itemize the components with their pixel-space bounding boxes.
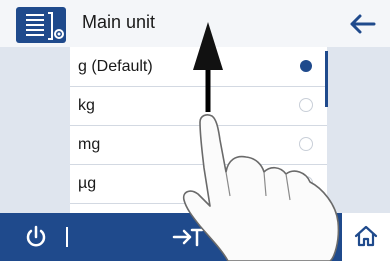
zero-arrow-icon[interactable] xyxy=(172,223,232,251)
radio-icon[interactable] xyxy=(299,98,313,112)
home-button[interactable] xyxy=(340,213,390,261)
list-item[interactable]: µg xyxy=(70,164,327,204)
scrollbar[interactable] xyxy=(325,51,328,107)
radio-icon[interactable] xyxy=(299,176,313,190)
settings-list-icon[interactable] xyxy=(16,7,66,43)
list-item-label: g (Default) xyxy=(78,58,153,75)
screen: Main unit g (Default) kg mg µg xyxy=(0,0,390,261)
side-panel-left xyxy=(0,47,70,213)
list-item[interactable]: mg xyxy=(70,125,327,165)
side-panel-right xyxy=(327,47,390,213)
divider xyxy=(66,227,68,247)
power-icon[interactable] xyxy=(22,223,50,251)
unit-list: g (Default) kg mg µg xyxy=(70,47,327,213)
header-bar: Main unit xyxy=(0,0,390,48)
list-item-label: kg xyxy=(78,97,95,114)
list-item[interactable]: kg xyxy=(70,86,327,126)
footer-bar xyxy=(0,213,390,261)
radio-selected-icon[interactable] xyxy=(300,60,312,72)
home-icon xyxy=(353,223,379,249)
list-item[interactable]: g (Default) xyxy=(70,47,327,87)
radio-icon[interactable] xyxy=(299,137,313,151)
list-item-label: mg xyxy=(78,136,101,153)
back-arrow-icon[interactable] xyxy=(344,8,380,40)
list-item-label: µg xyxy=(78,175,97,192)
page-title: Main unit xyxy=(82,12,156,32)
